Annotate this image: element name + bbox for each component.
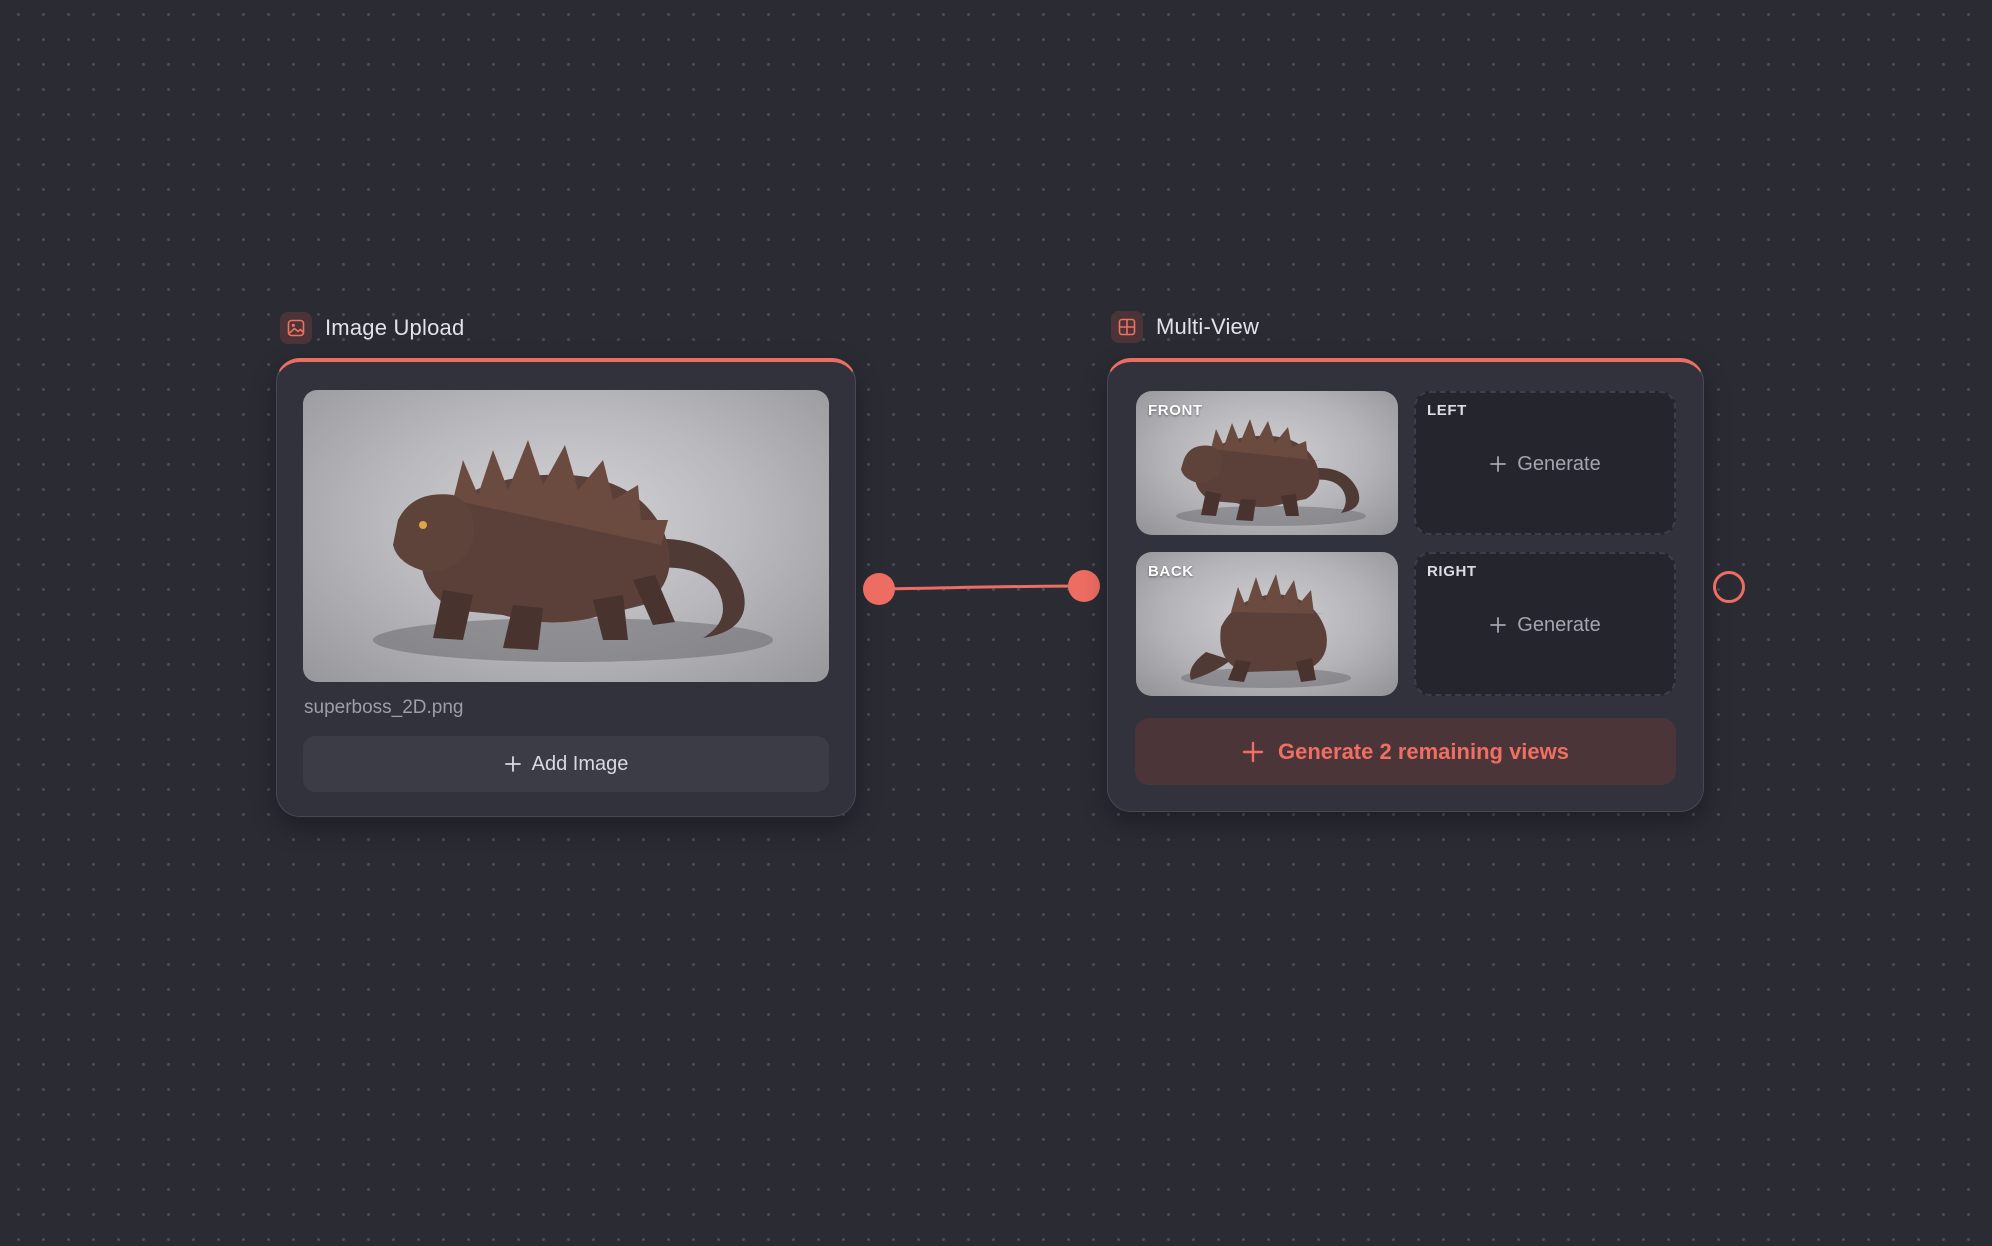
plus-icon — [1490, 617, 1507, 633]
view-tile-front[interactable]: FRONT — [1136, 391, 1398, 535]
uploaded-image-preview[interactable] — [303, 390, 829, 682]
creature-render-image — [373, 440, 773, 662]
grid-icon — [1111, 311, 1143, 343]
image-upload-node[interactable]: superboss_2D.png Add Image — [276, 358, 856, 817]
uploaded-file-name: superboss_2D.png — [304, 697, 464, 718]
plus-icon — [1490, 456, 1507, 472]
view-label-front: FRONT — [1148, 402, 1203, 419]
multiview-node-output-port[interactable] — [1713, 571, 1745, 603]
generate-right-view-button[interactable]: Generate — [1489, 613, 1601, 637]
generate-right-label: Generate — [1517, 613, 1601, 636]
add-image-label: Add Image — [531, 752, 629, 775]
view-label-back: BACK — [1148, 563, 1194, 580]
generate-remaining-label: Generate 2 remaining views — [1277, 738, 1570, 764]
upload-node-header[interactable]: Image Upload — [280, 312, 464, 344]
view-tile-left[interactable]: LEFT Generate — [1414, 391, 1676, 535]
multiview-node-input-port[interactable] — [1068, 570, 1100, 602]
generate-left-view-button[interactable]: Generate — [1489, 452, 1601, 476]
generate-left-label: Generate — [1517, 452, 1601, 475]
view-tile-right[interactable]: RIGHT Generate — [1414, 552, 1676, 696]
upload-node-title: Image Upload — [325, 315, 465, 340]
image-icon — [280, 312, 312, 344]
plus-icon — [1242, 741, 1264, 762]
multiview-node-header[interactable]: Multi-View — [1111, 311, 1259, 343]
plus-icon — [504, 756, 521, 772]
upload-node-output-port[interactable] — [863, 573, 895, 605]
multiview-node-title: Multi-View — [1156, 314, 1260, 339]
view-tile-back[interactable]: BACK — [1136, 552, 1398, 696]
generate-remaining-views-button[interactable]: Generate 2 remaining views — [1135, 718, 1676, 785]
add-image-button[interactable]: Add Image — [303, 736, 829, 792]
multiview-node[interactable]: FRONT LEFT Generate BACK RIGHT Generate … — [1107, 358, 1704, 812]
connection-edge-upload-to-multiview[interactable] — [878, 584, 1085, 591]
view-label-right: RIGHT — [1427, 563, 1477, 580]
view-label-left: LEFT — [1427, 402, 1467, 419]
